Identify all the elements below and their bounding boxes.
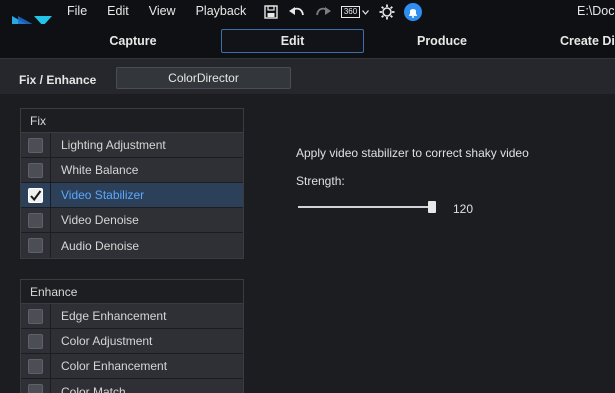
list-item-color-adjustment[interactable]: Color Adjustment [21, 329, 243, 354]
toolbar: 360 [262, 3, 430, 21]
tab-edit[interactable]: Edit [221, 29, 364, 53]
list-item-label[interactable]: Color Adjustment [51, 329, 243, 353]
checkbox-cell [21, 133, 51, 157]
list-item-lighting-adjustment[interactable]: Lighting Adjustment [21, 133, 243, 158]
fix-group-header: Fix [21, 109, 243, 133]
lighting-adjustment-checkbox[interactable] [28, 137, 43, 153]
checkbox-cell [21, 354, 51, 378]
room-title: Fix / Enhance [19, 73, 97, 87]
list-item-label[interactable]: Video Stabilizer [51, 183, 243, 207]
video-denoise-checkbox[interactable] [28, 212, 43, 228]
checkbox-cell [21, 208, 51, 232]
chevron-down-icon [362, 9, 370, 15]
fix-group: Fix Lighting Adjustment White Balance Vi… [20, 108, 244, 259]
tab-capture[interactable]: Capture [94, 29, 172, 53]
stabilizer-description: Apply video stabilizer to correct shaky … [296, 146, 529, 160]
audio-denoise-checkbox[interactable] [28, 238, 43, 253]
list-item-video-denoise[interactable]: Video Denoise [21, 208, 243, 233]
color-match-checkbox[interactable] [28, 384, 43, 393]
color-adjustment-checkbox[interactable] [28, 333, 43, 349]
notification-icon[interactable] [404, 3, 422, 21]
checkbox-cell [21, 183, 51, 207]
checkbox-cell [21, 379, 51, 393]
360-icon[interactable]: 360 [340, 3, 370, 21]
redo-icon[interactable] [314, 3, 332, 21]
white-balance-checkbox[interactable] [28, 162, 43, 178]
tab-create-disc[interactable]: Create Dis [560, 29, 615, 53]
checkbox-cell [21, 304, 51, 328]
checkmark-icon [30, 189, 42, 201]
list-item-edge-enhancement[interactable]: Edge Enhancement [21, 304, 243, 329]
color-enhancement-checkbox[interactable] [28, 358, 43, 374]
list-item-label[interactable]: Color Match [51, 379, 243, 393]
menu-file[interactable]: File [67, 4, 87, 18]
tab-produce[interactable]: Produce [404, 29, 480, 53]
menu-edit[interactable]: Edit [107, 4, 129, 18]
list-item-audio-denoise[interactable]: Audio Denoise [21, 233, 243, 258]
menu-bar: File Edit View Playback [67, 4, 266, 18]
slider-thumb[interactable] [428, 201, 436, 213]
edge-enhancement-checkbox[interactable] [28, 308, 43, 324]
list-item-color-match[interactable]: Color Match [21, 379, 243, 393]
room-header: Fix / Enhance ColorDirector [0, 58, 615, 94]
menu-playback[interactable]: Playback [196, 4, 247, 18]
project-path: E:\Docu [577, 4, 615, 18]
360-badge: 360 [340, 6, 361, 18]
strength-label: Strength: [296, 174, 345, 188]
undo-icon[interactable] [288, 3, 306, 21]
checkbox-cell [21, 158, 51, 182]
list-item-label[interactable]: Lighting Adjustment [51, 133, 243, 157]
list-item-label[interactable]: Audio Denoise [51, 233, 243, 258]
list-item-label[interactable]: Video Denoise [51, 208, 243, 232]
save-icon[interactable] [262, 3, 280, 21]
list-item-video-stabilizer[interactable]: Video Stabilizer [21, 183, 243, 208]
mode-tabs: Capture Edit Produce Create Dis [0, 24, 615, 58]
slider-fill [298, 206, 432, 208]
checkbox-cell [21, 329, 51, 353]
list-item-white-balance[interactable]: White Balance [21, 158, 243, 183]
title-bar: File Edit View Playback 360 E:\Docu [0, 0, 615, 36]
strength-value: 120 [453, 202, 474, 216]
checkbox-cell [21, 233, 51, 258]
video-stabilizer-checkbox[interactable] [28, 187, 43, 203]
menu-view[interactable]: View [149, 4, 176, 18]
list-item-color-enhancement[interactable]: Color Enhancement [21, 354, 243, 379]
list-item-label[interactable]: Color Enhancement [51, 354, 243, 378]
list-item-label[interactable]: Edge Enhancement [51, 304, 243, 328]
enhance-group: Enhance Edge Enhancement Color Adjustmen… [20, 279, 244, 393]
list-item-label[interactable]: White Balance [51, 158, 243, 182]
enhance-group-header: Enhance [21, 280, 243, 304]
strength-slider[interactable] [298, 199, 438, 215]
settings-icon[interactable] [378, 3, 396, 21]
colordirector-button[interactable]: ColorDirector [116, 67, 291, 89]
